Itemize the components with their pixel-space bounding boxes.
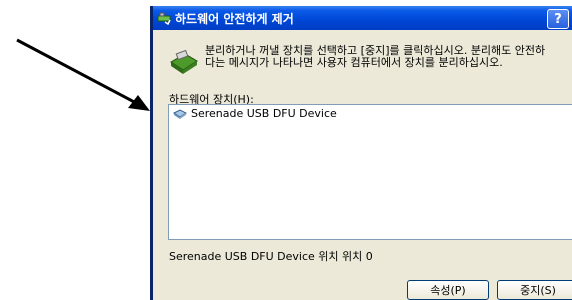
usb-device-icon: [173, 108, 187, 119]
window-title: 하드웨어 안전하게 제거: [175, 11, 294, 26]
instructions-text: 분리하거나 꺼낼 장치를 선택하고 [중지]를 클릭하십시오. 분리해도 안전하…: [205, 45, 572, 69]
safely-remove-hardware-dialog: 하드웨어 안전하게 제거 ? 분리하거나 꺼낼 장치를 선택하고 [중지]를 클…: [150, 6, 572, 300]
device-location-text: Serenade USB DFU Device 위치 위치 0: [169, 250, 373, 263]
help-button[interactable]: ?: [547, 9, 569, 29]
safely-remove-hardware-icon: [157, 12, 171, 25]
properties-button[interactable]: 속성(P): [407, 280, 489, 300]
title-bar: 하드웨어 안전하게 제거 ?: [153, 6, 572, 30]
hardware-device-list[interactable]: Serenade USB DFU Device: [168, 104, 572, 240]
stop-button[interactable]: 중지(S): [497, 280, 572, 300]
hardware-device-icon: [170, 50, 198, 74]
list-item-label: Serenade USB DFU Device: [191, 107, 337, 120]
list-item-serenade-usb-dfu-device[interactable]: Serenade USB DFU Device: [173, 107, 337, 120]
annotation-arrow-icon: [16, 38, 150, 111]
instructions-line-2: 다는 메시지가 나타나면 사용자 컴퓨터에서 장치를 분리하십시오.: [205, 56, 503, 69]
